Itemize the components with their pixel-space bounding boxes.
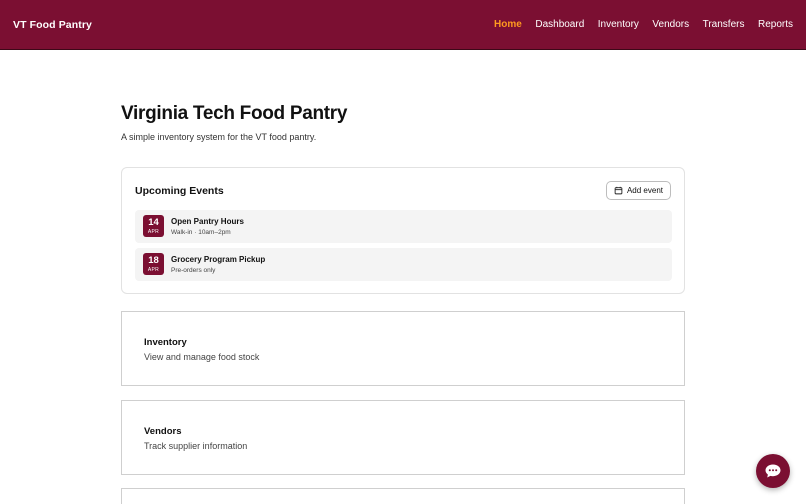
calendar-icon [614,186,623,195]
event-name: Grocery Program Pickup [171,255,266,264]
chat-button[interactable] [756,454,790,488]
event-name: Open Pantry Hours [171,217,244,226]
event-month: APR [147,267,160,273]
nav-vendors[interactable]: Vendors [652,19,689,30]
add-event-label: Add event [626,186,663,195]
upcoming-events-panel: Upcoming Events Add event 14 APR Open Pa… [121,167,685,294]
card-title: Inventory [144,337,187,348]
top-navbar: VT Food Pantry Home Dashboard Inventory … [0,0,806,50]
next-card-partial[interactable] [121,488,685,504]
event-month: APR [147,229,160,235]
card-title: Vendors [144,426,182,437]
nav-home[interactable]: Home [494,19,522,30]
event-date-badge: 14 APR [143,215,164,237]
event-detail: Pre-orders only [171,267,216,274]
event-item[interactable]: 14 APR Open Pantry Hours Walk-in · 10am–… [135,210,672,243]
card-description: Track supplier information [144,441,248,451]
add-event-button[interactable]: Add event [605,181,671,200]
chat-bubble-icon [765,464,781,478]
nav-dashboard[interactable]: Dashboard [535,19,584,30]
event-date-badge: 18 APR [143,253,164,275]
event-day: 18 [148,255,159,266]
nav-reports[interactable]: Reports [758,19,793,30]
event-item[interactable]: 18 APR Grocery Program Pickup Pre-orders… [135,248,672,281]
main-nav: Home Dashboard Inventory Vendors Transfe… [481,19,793,30]
page-title: Virginia Tech Food Pantry [121,103,348,124]
brand-name[interactable]: VT Food Pantry [13,19,481,31]
event-detail: Walk-in · 10am–2pm [171,229,231,236]
page-subtitle: A simple inventory system for the VT foo… [121,132,317,142]
nav-inventory[interactable]: Inventory [598,19,639,30]
events-title: Upcoming Events [135,185,224,197]
card-description: View and manage food stock [144,352,260,362]
event-day: 14 [148,217,159,228]
vendors-card[interactable]: Vendors Track supplier information [121,400,685,475]
inventory-card[interactable]: Inventory View and manage food stock [121,311,685,386]
nav-transfers[interactable]: Transfers [703,19,745,30]
